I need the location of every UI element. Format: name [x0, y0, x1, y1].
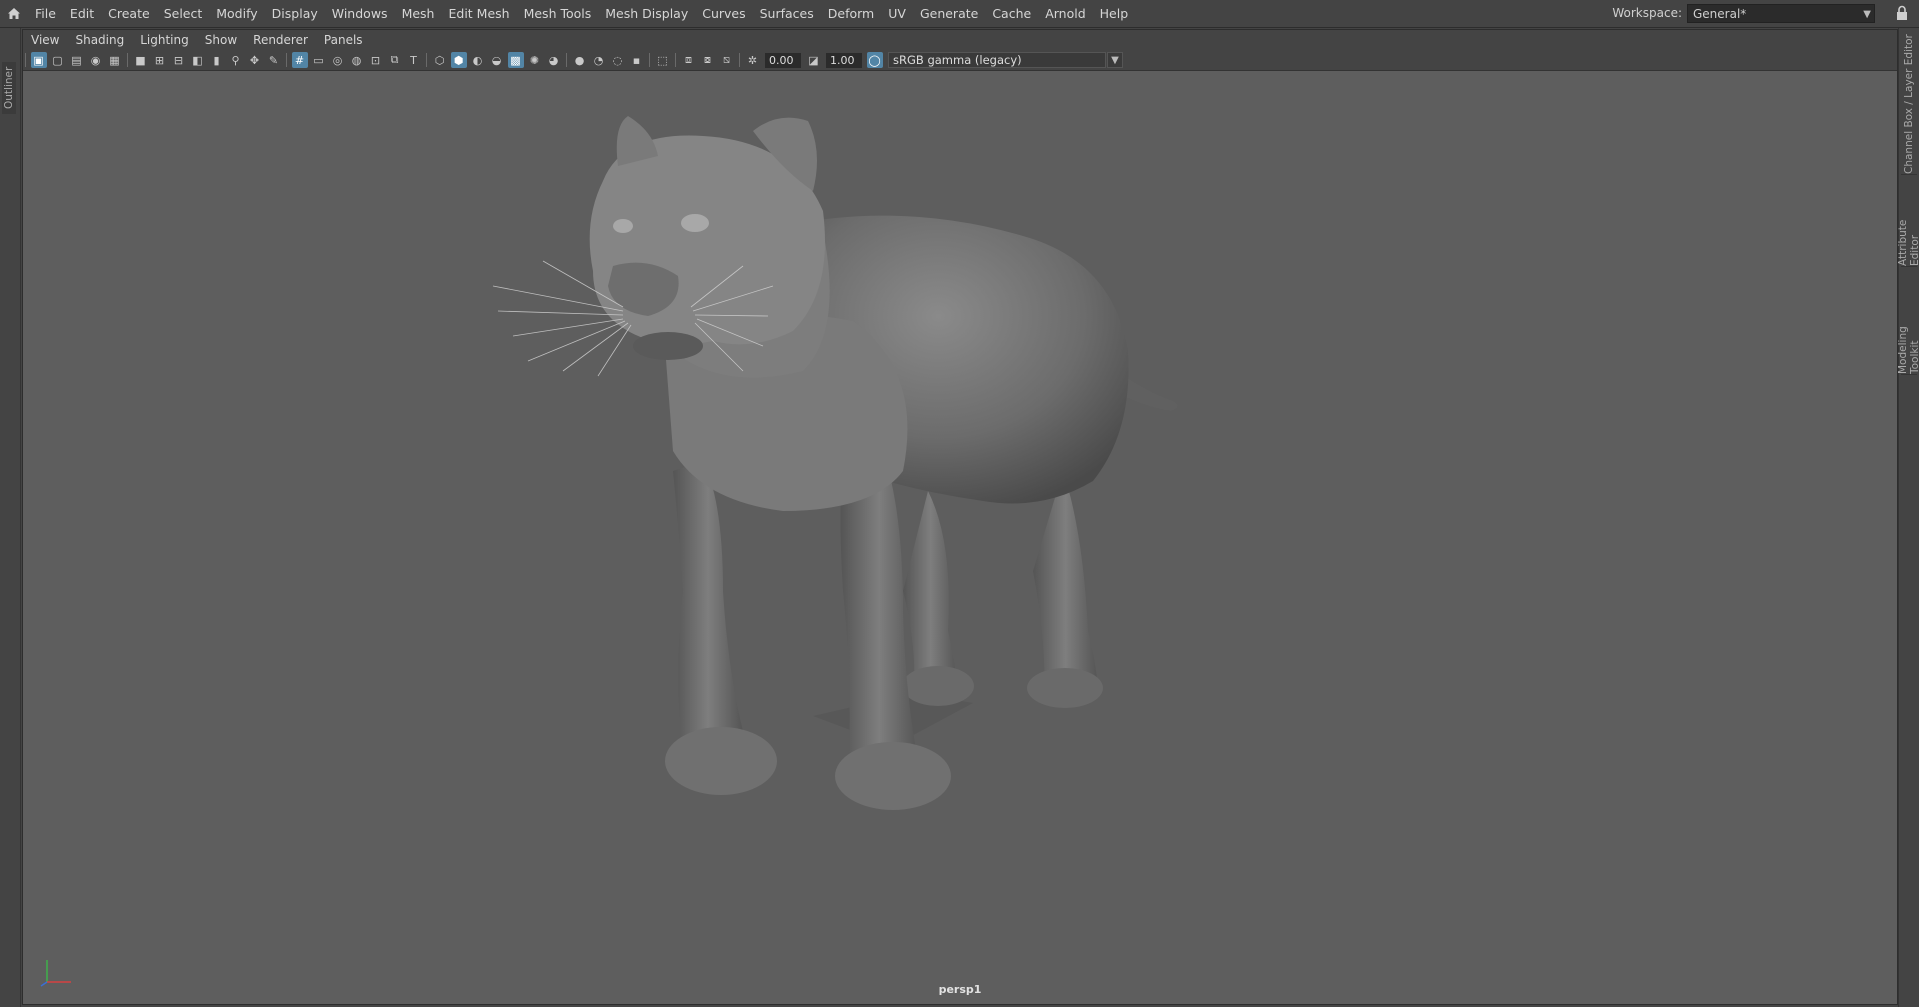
color-space-value: sRGB gamma (legacy)	[893, 53, 1022, 67]
chevron-down-icon: ▼	[1863, 8, 1871, 20]
workspace-value: General*	[1693, 6, 1747, 21]
3d-viewport[interactable]: persp1	[23, 71, 1897, 1004]
text-icon[interactable]: T	[406, 52, 422, 68]
panel-menu-panels[interactable]: Panels	[316, 30, 371, 50]
menu-mesh-display[interactable]: Mesh Display	[598, 0, 695, 27]
home-icon[interactable]	[0, 0, 28, 27]
right-dock-strip: Channel Box / Layer Editor Attribute Edi…	[1897, 28, 1919, 1007]
xray-joints-icon[interactable]: ⧈	[681, 52, 697, 68]
panel-menu-show[interactable]: Show	[197, 30, 245, 50]
depth-of-field-icon[interactable]: ▪	[629, 52, 645, 68]
panel-menubar: View Shading Lighting Show Renderer Pane…	[23, 30, 1897, 50]
safe-action-icon[interactable]: ⚲	[228, 52, 244, 68]
menu-modify[interactable]: Modify	[209, 0, 264, 27]
panel-menu-view[interactable]: View	[23, 30, 67, 50]
gamma-icon[interactable]: ◪	[806, 52, 822, 68]
film-gate-icon[interactable]: ⊞	[152, 52, 168, 68]
menu-curves[interactable]: Curves	[695, 0, 752, 27]
checker-icon[interactable]: ▩	[507, 52, 524, 68]
viewport-panel: View Shading Lighting Show Renderer Pane…	[22, 29, 1898, 1005]
menu-uv[interactable]: UV	[881, 0, 913, 27]
menu-edit[interactable]: Edit	[63, 0, 101, 27]
pencil-icon[interactable]: ✎	[266, 52, 282, 68]
menu-windows[interactable]: Windows	[325, 0, 395, 27]
camera-attributes-icon[interactable]: ▤	[69, 52, 85, 68]
exposure-field[interactable]: 0.00	[765, 52, 801, 68]
toolbar-separator	[739, 53, 740, 67]
default-material-icon[interactable]: ◐	[470, 52, 486, 68]
panel-menu-lighting[interactable]: Lighting	[132, 30, 197, 50]
channel-box-tab[interactable]: Channel Box / Layer Editor	[1901, 34, 1917, 175]
gate-mask-icon[interactable]: ◧	[190, 52, 206, 68]
main-menubar: File Edit Create Select Modify Display W…	[0, 0, 1919, 28]
lock-icon[interactable]	[1895, 5, 1909, 21]
field-chart-icon[interactable]: ▮	[209, 52, 225, 68]
gamma-field[interactable]: 1.00	[826, 52, 862, 68]
toolbar-separator	[127, 53, 128, 67]
menu-edit-mesh[interactable]: Edit Mesh	[441, 0, 516, 27]
xray-icon[interactable]: ◒	[489, 52, 505, 68]
wireframe-icon[interactable]: ▭	[311, 52, 327, 68]
tiger-model[interactable]	[23, 71, 1897, 1004]
shaded-wireframe-icon[interactable]: ◍	[349, 52, 365, 68]
textured-icon[interactable]: ⊡	[368, 52, 384, 68]
toolbar-separator	[286, 53, 287, 67]
attribute-editor-tab[interactable]: Attribute Editor	[1897, 186, 1919, 267]
workspace-dropdown[interactable]: General* ▼	[1687, 3, 1875, 23]
camera-name-label: persp1	[938, 983, 982, 996]
chevron-down-icon[interactable]: ▼	[1107, 52, 1123, 68]
color-management-icon[interactable]: ◯	[866, 52, 883, 68]
left-dock-strip: Outliner	[0, 28, 21, 1007]
menu-select[interactable]: Select	[157, 0, 210, 27]
menu-arnold[interactable]: Arnold	[1038, 0, 1092, 27]
panel-menu-shading[interactable]: Shading	[67, 30, 132, 50]
wireframe-cube-icon[interactable]: ⬡	[432, 52, 448, 68]
shadows-icon[interactable]: ◕	[546, 52, 562, 68]
grid-icon[interactable]: #	[291, 52, 308, 68]
menu-surfaces[interactable]: Surfaces	[753, 0, 821, 27]
modeling-toolkit-tab[interactable]: Modeling Toolkit	[1897, 290, 1919, 375]
image-plane-icon[interactable]: ▦	[107, 52, 123, 68]
menu-cache[interactable]: Cache	[985, 0, 1038, 27]
resolution-gate-icon[interactable]: ⊟	[171, 52, 187, 68]
toolbar-separator	[675, 53, 676, 67]
menu-display[interactable]: Display	[265, 0, 325, 27]
panel-menu-renderer[interactable]: Renderer	[245, 30, 316, 50]
color-space-dropdown[interactable]: sRGB gamma (legacy)	[888, 52, 1106, 68]
toolbar-separator	[25, 53, 26, 67]
xray-active-icon[interactable]: ⧇	[700, 52, 716, 68]
lights-icon[interactable]: ⧉	[387, 52, 403, 68]
menu-create[interactable]: Create	[101, 0, 157, 27]
panel-toolbar: ▣ ▢ ▤ ◉ ▦ ■ ⊞ ⊟ ◧ ▮ ⚲ ✥ ✎ # ▭ ◎ ◍ ⊡ ⧉ T …	[23, 50, 1897, 71]
select-camera-icon[interactable]: ▣	[30, 52, 47, 68]
backface-culling-icon[interactable]: ⧅	[719, 52, 735, 68]
workspace-label: Workspace:	[1612, 6, 1682, 20]
motion-blur-icon[interactable]: ◔	[591, 52, 607, 68]
menu-mesh-tools[interactable]: Mesh Tools	[517, 0, 599, 27]
multisample-icon[interactable]: ◌	[610, 52, 626, 68]
isolate-select-icon[interactable]: ⬚	[655, 52, 671, 68]
toolbar-separator	[566, 53, 567, 67]
menu-generate[interactable]: Generate	[913, 0, 985, 27]
lock-camera-icon[interactable]: ▢	[50, 52, 66, 68]
menu-deform[interactable]: Deform	[821, 0, 881, 27]
bookmarks-icon[interactable]: ◉	[88, 52, 104, 68]
toolbar-separator	[649, 53, 650, 67]
workspace-selector: Workspace: General* ▼	[1612, 3, 1875, 23]
menu-help[interactable]: Help	[1093, 0, 1136, 27]
safe-title-icon[interactable]: ✥	[247, 52, 263, 68]
menu-mesh[interactable]: Mesh	[395, 0, 442, 27]
use-all-lights-icon[interactable]: ✺	[527, 52, 543, 68]
menu-file[interactable]: File	[28, 0, 63, 27]
ambient-occlusion-icon[interactable]: ●	[572, 52, 588, 68]
shaded-cube-icon[interactable]: ⬢	[450, 52, 467, 68]
outliner-tab[interactable]: Outliner	[2, 62, 16, 114]
exposure-icon[interactable]: ✲	[745, 52, 761, 68]
smooth-shade-icon[interactable]: ◎	[330, 52, 346, 68]
camera-icon[interactable]: ■	[133, 52, 149, 68]
toolbar-separator	[426, 53, 427, 67]
